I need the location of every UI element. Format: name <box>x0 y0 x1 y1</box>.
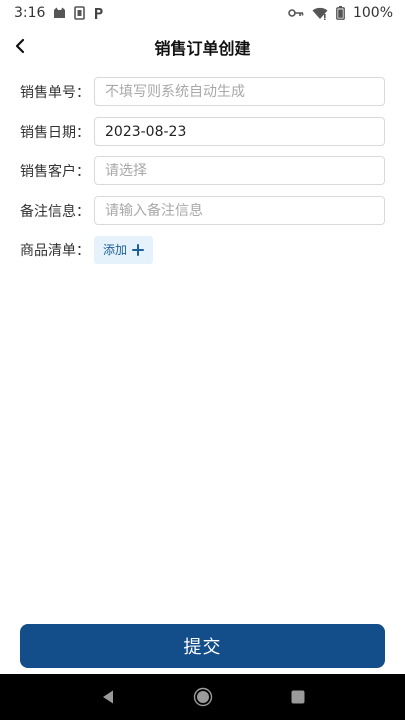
submit-button[interactable]: 提交 <box>20 624 385 668</box>
remark-input[interactable] <box>94 196 385 225</box>
parking-p-icon <box>93 7 104 20</box>
nav-back-button[interactable] <box>88 677 128 717</box>
goods-label: 商品清单： <box>20 242 90 259</box>
customer-select[interactable] <box>94 156 385 185</box>
status-bar: 3:16 100% <box>0 0 405 26</box>
page-title: 销售订单创建 <box>154 39 251 58</box>
app-bar: 销售订单创建 <box>0 26 405 66</box>
nav-home-button[interactable] <box>183 677 223 717</box>
order-no-input[interactable] <box>94 77 385 106</box>
back-triangle-icon <box>102 690 113 704</box>
battery-icon <box>336 6 345 20</box>
plus-icon <box>132 243 145 256</box>
status-left: 3:16 <box>14 5 104 21</box>
battery-percent: 100% <box>352 5 393 21</box>
status-time: 3:16 <box>14 5 46 21</box>
system-nav-bar <box>0 674 405 720</box>
order-no-row: 销售单号： <box>20 77 385 106</box>
screen: 3:16 100% 销售订单创建 销售单号： 不填写则系统自动生成 销售日期： … <box>0 0 405 720</box>
nav-recents-button[interactable] <box>278 677 318 717</box>
add-goods-label: 添加 <box>103 243 128 257</box>
remark-row: 备注信息： <box>20 196 385 225</box>
home-circle-icon <box>193 687 212 707</box>
order-date-input[interactable] <box>94 117 385 146</box>
customer-row: 销售客户： <box>20 156 385 185</box>
cat-icon <box>53 7 66 19</box>
recents-square-icon <box>291 690 304 704</box>
add-goods-button[interactable]: 添加 <box>94 235 154 264</box>
goods-row: 商品清单： 添加 <box>20 235 385 264</box>
order-no-label: 销售单号： <box>20 84 90 101</box>
customer-label: 销售客户： <box>20 163 90 180</box>
key-icon <box>288 8 304 18</box>
remark-label: 备注信息： <box>20 203 90 220</box>
order-date-row: 销售日期： <box>20 117 385 146</box>
wifi-icon <box>312 7 328 20</box>
sim-card-icon <box>74 6 86 20</box>
status-right: 100% <box>288 5 393 21</box>
order-date-label: 销售日期： <box>20 124 90 141</box>
submit-label: 提交 <box>183 637 222 658</box>
